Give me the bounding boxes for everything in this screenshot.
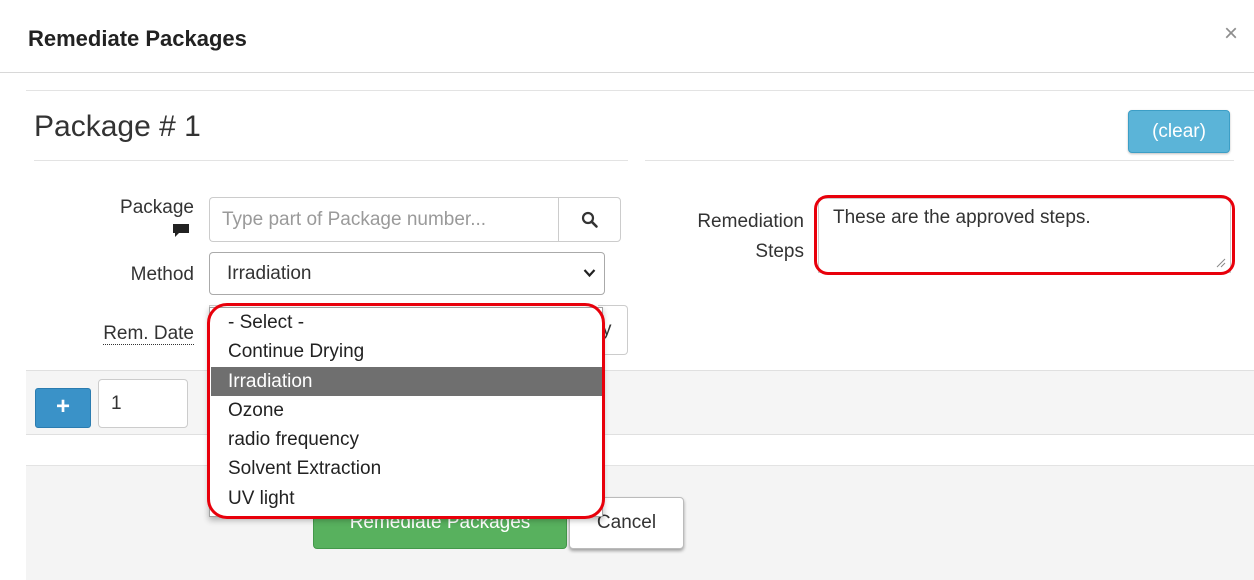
method-label: Method (130, 264, 194, 285)
modal-header: Remediate Packages × (0, 0, 1254, 73)
method-dropdown-list: - Select - Continue Drying Irradiation O… (209, 307, 603, 517)
package-label: Package (120, 197, 194, 218)
chevron-down-icon (583, 269, 596, 278)
package-heading: Package # 1 (34, 110, 201, 143)
method-selected-value: Irradiation (227, 263, 312, 284)
clear-button[interactable]: (clear) (1128, 110, 1230, 153)
method-option[interactable]: radio frequency (211, 425, 603, 454)
modal-title: Remediate Packages (28, 26, 247, 51)
remediation-steps-textarea[interactable]: These are the approved steps. (818, 198, 1231, 273)
divider (645, 160, 1234, 161)
method-option[interactable]: Continue Drying (211, 337, 603, 366)
rem-date-label: Rem. Date (103, 323, 194, 345)
resize-grip-icon[interactable] (1214, 256, 1226, 268)
method-option[interactable]: - Select - (211, 308, 603, 337)
rem-date-button-label: y (602, 319, 612, 340)
method-select[interactable]: Irradiation (209, 252, 605, 295)
method-option[interactable]: Ozone (211, 396, 603, 425)
search-icon (581, 211, 598, 228)
search-button[interactable] (558, 197, 621, 242)
add-package-button[interactable]: + (35, 388, 91, 428)
remediation-steps-label: Remediation Steps (697, 211, 804, 262)
method-option[interactable]: Solvent Extraction (211, 454, 603, 483)
comment-icon[interactable] (173, 224, 189, 237)
close-icon[interactable]: × (1224, 22, 1238, 46)
divider (34, 160, 628, 161)
method-option-selected[interactable]: Irradiation (211, 367, 603, 396)
method-option[interactable]: UV light (211, 484, 603, 513)
package-count-input[interactable] (98, 379, 188, 428)
package-search-input[interactable] (209, 197, 559, 242)
